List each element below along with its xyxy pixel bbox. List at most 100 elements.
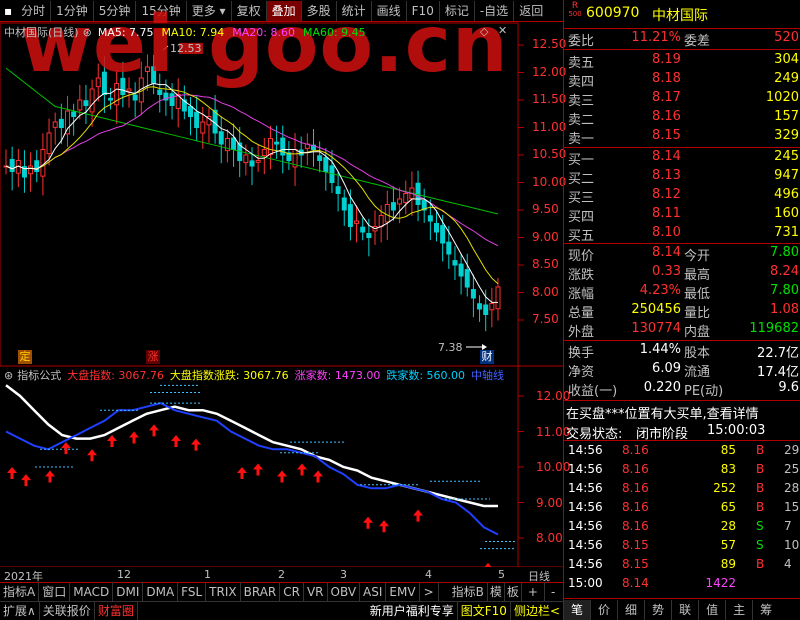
- tick-side: S: [756, 538, 764, 552]
- tab-lian[interactable]: 联: [672, 600, 700, 620]
- tab-bi[interactable]: 笔: [564, 600, 592, 620]
- close-chart-icon[interactable]: ✕: [498, 24, 507, 37]
- indicator-settings-icon[interactable]: ⊛: [4, 369, 13, 382]
- tab-asi[interactable]: ASI: [360, 582, 387, 602]
- bid-row[interactable]: 买三 8.12 496: [564, 186, 800, 206]
- notice-text[interactable]: 在买盘***位置有大买单,查看详情: [566, 403, 759, 422]
- candle-body: [378, 215, 384, 228]
- price-tick-label: 7.50: [532, 312, 559, 326]
- ask-volume: 1020: [765, 90, 799, 105]
- tab-dmi[interactable]: DMI: [113, 582, 144, 602]
- tick-row[interactable]: 14:56 8.16 252 B 28: [564, 480, 800, 498]
- bid-price: 8.12: [652, 187, 681, 202]
- tab-shi[interactable]: 势: [645, 600, 673, 620]
- stat2-label: 收益(一): [568, 384, 618, 399]
- ask-label: 卖二: [568, 113, 595, 128]
- ask-row[interactable]: 卖一 8.15 329: [564, 127, 800, 147]
- up-arrow-icon: [379, 520, 389, 533]
- f10-text-button[interactable]: 图文F10: [458, 601, 511, 620]
- bid-row[interactable]: 买一 8.14 245: [564, 148, 800, 168]
- bid-volume: 731: [774, 225, 799, 240]
- ask-label: 卖四: [568, 75, 595, 90]
- remove-pane-button[interactable]: -: [545, 582, 561, 602]
- candle-body: [261, 149, 267, 157]
- tick-row[interactable]: 15:00 8.14 1422: [564, 575, 800, 593]
- tab-brar[interactable]: BRAR: [241, 582, 281, 602]
- tab-emv[interactable]: EMV: [386, 582, 420, 602]
- tab-macd[interactable]: MACD: [70, 582, 114, 602]
- tick-row[interactable]: 14:56 8.16 83 B 25: [564, 461, 800, 479]
- ma20-label: MA20: 8.60: [232, 25, 295, 39]
- r-badge[interactable]: R 500: [568, 2, 582, 19]
- tick-row[interactable]: 14:56 8.16 28 S 7: [564, 518, 800, 536]
- candle-body: [341, 197, 347, 211]
- ask-row[interactable]: 卖二 8.16 157: [564, 108, 800, 128]
- tab-mo[interactable]: 模: [488, 582, 505, 602]
- new-user-link[interactable]: 新用户福利专享: [367, 601, 458, 620]
- indicator-diejia: 跌家数: 560.00: [386, 369, 466, 382]
- stat-label-2: 最低: [684, 287, 711, 302]
- tab-ban[interactable]: 板: [505, 582, 522, 602]
- back-button[interactable]: 返回: [514, 1, 548, 21]
- candle-body: [446, 241, 452, 255]
- tab-dma[interactable]: DMA: [143, 582, 179, 602]
- tick-side: B: [756, 462, 765, 476]
- tab-trix[interactable]: TRIX: [206, 582, 241, 602]
- bid-row[interactable]: 买二 8.13 947: [564, 167, 800, 187]
- stat-label: 涨幅: [568, 287, 595, 302]
- tick-row[interactable]: 14:56 8.16 85 B 29: [564, 442, 800, 460]
- settings-icon[interactable]: ⊛: [83, 26, 92, 39]
- marker-cai[interactable]: 财: [480, 350, 494, 364]
- add-pane-button[interactable]: +: [522, 582, 545, 602]
- ask-row[interactable]: 卖四 8.18 249: [564, 70, 800, 90]
- tab-chuangkou[interactable]: 窗口: [39, 582, 71, 602]
- candle-body: [157, 89, 163, 96]
- diamond-icon[interactable]: ◇: [480, 25, 488, 38]
- candle-body: [218, 131, 224, 145]
- candle-body: [440, 225, 446, 244]
- indicator-name[interactable]: 指标公式: [17, 367, 61, 383]
- kline-chart[interactable]: [0, 22, 563, 567]
- candle-body: [366, 233, 372, 238]
- up-arrow-icon: [484, 562, 492, 567]
- tick-row[interactable]: 14:56 8.16 65 B 15: [564, 499, 800, 517]
- bid-row[interactable]: 买四 8.11 160: [564, 205, 800, 225]
- candle-body: [243, 154, 249, 164]
- stat2-value: 6.09: [652, 361, 681, 376]
- candle-body: [397, 198, 403, 205]
- sidebar-button[interactable]: 侧边栏<: [511, 601, 563, 620]
- stat2-value: 0.220: [643, 380, 681, 395]
- tab-fsl[interactable]: FSL: [178, 582, 207, 602]
- tab-obv[interactable]: OBV: [328, 582, 361, 602]
- menu-icon[interactable]: ▪: [0, 4, 16, 18]
- tab-jia[interactable]: 价: [591, 600, 619, 620]
- tab-zhibiao-b[interactable]: 指标B: [449, 582, 488, 602]
- ask-row[interactable]: 卖五 8.19 304: [564, 51, 800, 71]
- watermark: wei-goo.cn: [20, 0, 509, 90]
- tab-vr[interactable]: VR: [304, 582, 328, 602]
- tab-chou[interactable]: 筹: [753, 600, 779, 620]
- tick-row[interactable]: 14:56 8.15 89 B 4: [564, 556, 800, 574]
- bid-row[interactable]: 买五 8.10 731: [564, 224, 800, 244]
- expand-button[interactable]: 扩展∧: [0, 601, 40, 620]
- price-tick-label: 9.00: [532, 229, 559, 244]
- ask-row[interactable]: 卖三 8.17 1020: [564, 89, 800, 109]
- up-arrow-icon: [237, 467, 247, 479]
- tab-zhibiao-a[interactable]: 指标A: [0, 582, 40, 602]
- related-quotes-button[interactable]: 关联报价: [40, 601, 95, 620]
- tick-price: 8.16: [622, 500, 649, 514]
- marker-zhang[interactable]: 涨: [146, 350, 160, 364]
- tab-cr[interactable]: CR: [280, 582, 304, 602]
- notice-row[interactable]: 在买盘***位置有大买单,查看详情: [564, 402, 800, 422]
- marker-ding[interactable]: 定: [18, 350, 32, 364]
- tick-row[interactable]: 14:56 8.15 57 S 10: [564, 537, 800, 555]
- caifuquan-button[interactable]: 财富圈: [95, 601, 138, 620]
- tab-zhu[interactable]: 主: [726, 600, 754, 620]
- tab-xi[interactable]: 细: [618, 600, 646, 620]
- tick-price: 8.16: [622, 443, 649, 457]
- stat-label-2: 内盘: [684, 325, 711, 340]
- stat-value: 4.23%: [639, 283, 681, 298]
- stat2-label-2: PE(动): [684, 384, 724, 399]
- tab-zhi[interactable]: 值: [699, 600, 727, 620]
- tabs-more-button[interactable]: >: [420, 582, 439, 602]
